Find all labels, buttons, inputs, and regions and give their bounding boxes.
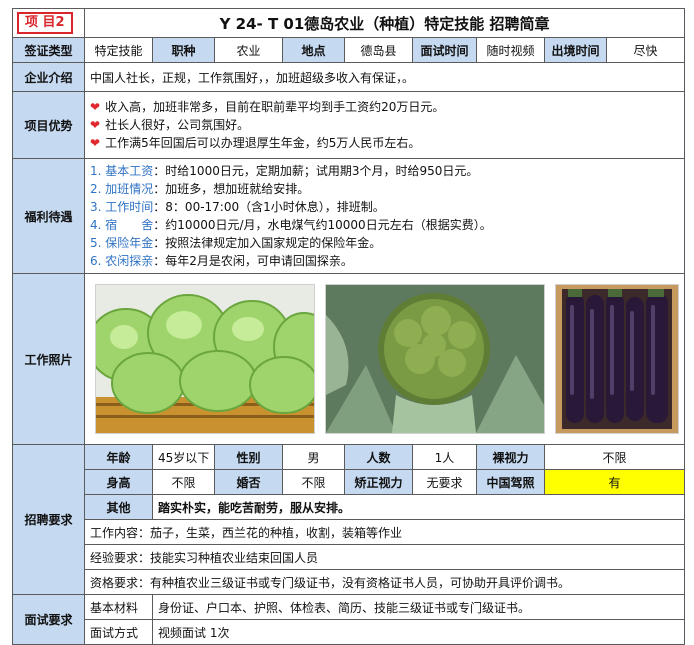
age-value: 45岁以下 — [152, 444, 215, 470]
visa-label: 签证类型 — [12, 37, 85, 63]
benefit-item: 5. 保险年金：按照法律规定加入国家规定的保险年金。 — [90, 236, 382, 250]
other-value: 踏实朴实，能吃苦耐劳，服从安排。 — [151, 494, 686, 520]
requirements-row-5: 经验要求：技能实习种植农业结束回国人员 — [13, 544, 686, 570]
license-label: 中国驾照 — [476, 469, 545, 495]
recruitment-sheet: 项 目2 Y 24- T 01德岛农业（种植）特定技能 招聘简章 签证类型 特定… — [0, 0, 694, 645]
count-value: 1人 — [412, 444, 477, 470]
depart-time-label: 出境时间 — [544, 37, 607, 63]
interview-time-label: 面试时间 — [412, 37, 477, 63]
gender-label: 性别 — [214, 444, 283, 470]
job-value: 农业 — [214, 37, 283, 63]
requirements-label: 招聘要求 — [12, 444, 85, 595]
vision-label: 裸视力 — [476, 444, 545, 470]
interview-time-value: 随时视频 — [476, 37, 545, 63]
requirements-row-2: 身高 不限 婚否 不限 矫正视力 无要求 中国驾照 有 — [13, 469, 686, 495]
place-value: 德岛县 — [344, 37, 413, 63]
benefit-item: 6. 农闲探亲：每年2月是农闲，可申请回国探亲。 — [90, 254, 353, 268]
height-value: 不限 — [152, 469, 215, 495]
work-content: 工作内容：茄子，生菜，西兰花的种植，收割，装箱等作业 — [83, 519, 686, 545]
basic-info-row: 签证类型 特定技能 职种 农业 地点 德岛县 面试时间 随时视频 出境时间 尽快 — [12, 37, 686, 63]
photos-cell — [83, 273, 686, 445]
gender-value: 男 — [282, 444, 345, 470]
heart-icon: ❤ — [90, 118, 101, 132]
method-value: 视频面试 1次 — [151, 619, 686, 645]
page-title: Y 24- T 01德岛农业（种植）特定技能 招聘简章 — [83, 8, 686, 38]
visa-value: 特定技能 — [84, 37, 153, 63]
requirements-row-4: 工作内容：茄子，生菜，西兰花的种植，收割，装箱等作业 — [13, 519, 686, 545]
interview-row-2: 面试方式 视频面试 1次 — [13, 619, 686, 645]
heart-icon: ❤ — [90, 100, 101, 114]
project-badge: 项 目2 — [17, 12, 73, 34]
requirements-row-6: 资格要求：有种植农业三级证书或专门级证书，没有资格证书人员，可协助开具评价调书。 — [13, 569, 686, 595]
benefit-item: 3. 工作时间：8：00-17:00（含1小时休息），排班制。 — [90, 200, 385, 214]
corrected-vision-value: 无要求 — [412, 469, 477, 495]
advantages-list: ❤ 收入高，加班非常多，目前在职前辈平均到手工资约20万日元。 ❤ 社长人很好，公司… — [83, 91, 686, 159]
benefits-row: 福利待遇 1. 基本工资：时给1000日元，定期加薪；试用期3个月，时给950日… — [12, 158, 686, 274]
job-label: 职种 — [152, 37, 215, 63]
age-label: 年龄 — [84, 444, 153, 470]
heart-icon: ❤ — [90, 136, 101, 150]
place-label: 地点 — [282, 37, 345, 63]
broccoli-photo — [325, 284, 545, 434]
depart-time-value: 尽快 — [605, 37, 686, 63]
marriage-label: 婚否 — [214, 469, 283, 495]
badge-cell: 项 目2 — [12, 8, 85, 38]
corrected-vision-label: 矫正视力 — [344, 469, 413, 495]
advantage-item: ❤ 收入高，加班非常多，目前在职前辈平均到手工资约20万日元。 — [90, 100, 445, 114]
benefit-item: 1. 基本工资：时给1000日元，定期加薪；试用期3个月，时给950日元。 — [90, 164, 479, 178]
title-row: 项 目2 Y 24- T 01德岛农业（种植）特定技能 招聘简章 — [12, 8, 686, 38]
interview-label: 面试要求 — [12, 594, 85, 645]
vision-value: 不限 — [543, 444, 686, 470]
qualification-requirement: 资格要求：有种植农业三级证书或专门级证书，没有资格证书人员，可协助开具评价调书。 — [83, 569, 686, 595]
photos-label: 工作照片 — [12, 273, 85, 445]
eggplant-photo — [555, 284, 679, 434]
materials-label: 基本材料 — [84, 594, 153, 620]
benefits-list: 1. 基本工资：时给1000日元，定期加薪；试用期3个月，时给950日元。 2.… — [83, 158, 686, 274]
count-label: 人数 — [344, 444, 413, 470]
advantages-row: 项目优势 ❤ 收入高，加班非常多，目前在职前辈平均到手工资约20万日元。 ❤ 社长人… — [12, 91, 686, 159]
recruitment-table: 项 目2 Y 24- T 01德岛农业（种植）特定技能 招聘简章 签证类型 特定… — [12, 8, 686, 645]
advantages-label: 项目优势 — [12, 91, 85, 159]
marriage-value: 不限 — [282, 469, 345, 495]
company-row: 企业介绍 中国人社长，正规，工作氛围好，，加班超级多收入有保证，。 — [12, 62, 686, 92]
benefit-item: 4. 宿 舍：约10000日元/月，水电煤气约10000日元左右（根据实费）。 — [90, 218, 492, 232]
company-label: 企业介绍 — [12, 62, 85, 92]
materials-value: 身份证、户口本、护照、体检表、简历、技能三级证书或专门级证书。 — [151, 594, 686, 620]
requirements-row-1: 招聘要求 年龄 45岁以下 性别 男 人数 1人 裸视力 不限 — [12, 444, 686, 595]
height-label: 身高 — [84, 469, 153, 495]
experience-requirement: 经验要求：技能实习种植农业结束回国人员 — [83, 544, 686, 570]
license-value: 有 — [543, 469, 686, 495]
benefits-label: 福利待遇 — [12, 158, 85, 274]
requirements-row-3: 其他 踏实朴实，能吃苦耐劳，服从安排。 — [13, 494, 686, 520]
method-label: 面试方式 — [84, 619, 153, 645]
photos-row: 工作照片 — [12, 273, 686, 445]
company-text: 中国人社长，正规，工作氛围好，，加班超级多收入有保证，。 — [83, 62, 686, 92]
benefit-item: 2. 加班情况：加班多，想加班就给安排。 — [90, 182, 310, 196]
advantage-item: ❤ 社长人很好，公司氛围好。 — [90, 118, 250, 132]
other-label: 其他 — [84, 494, 153, 520]
interview-row-1: 面试要求 基本材料 身份证、户口本、护照、体检表、简历、技能三级证书或专门级证书… — [12, 594, 686, 645]
advantage-item: ❤ 工作满5年回国后可以办理退厚生年金，约5万人民币左右。 — [90, 136, 421, 150]
cabbage-photo — [95, 284, 315, 434]
